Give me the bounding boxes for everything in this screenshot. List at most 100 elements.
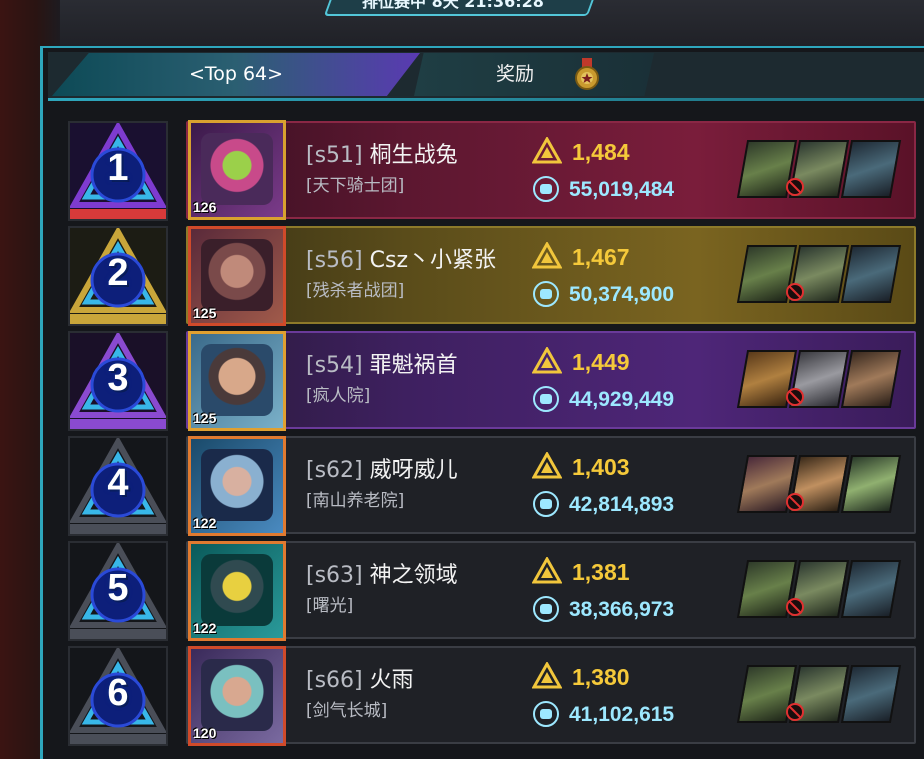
player-avatar[interactable]: 122 [188,436,286,536]
player-nickname: Csz丶小紧张 [369,248,496,273]
player-nickname: 火雨 [369,668,414,693]
player-avatar[interactable]: 125 [188,226,286,326]
player-guild: [南山养老院] [306,491,405,511]
player-level: 122 [193,515,217,531]
avatar-portrait [201,659,273,731]
player-name: [s66] 火雨 [306,666,414,696]
player-level: 125 [193,305,217,321]
player-guild: [疯人院] [306,386,371,406]
player-name: [s62] 威呀威儿 [306,456,458,486]
power-value: 50,374,900 [569,283,675,306]
player-server: [s63] [306,563,363,588]
triangle-badge-icon [532,452,562,479]
ban-icon [786,388,804,406]
ban-icon [786,178,804,196]
avatar-portrait [201,554,273,626]
ban-icon [786,283,804,301]
hero-team[interactable] [736,665,902,723]
rank-number: 2 [107,252,129,294]
hero-portrait [840,665,902,723]
rank-badge: 3 [68,331,168,431]
fist-power-icon [533,386,559,412]
triangle-badge-icon [532,137,562,164]
fist-power-icon [533,491,559,517]
rank-number: 4 [107,462,129,504]
avatar-portrait [201,344,273,416]
player-server: [s62] [306,458,363,483]
player-nickname: 威呀威儿 [369,458,458,483]
player-avatar[interactable]: 126 [188,120,286,220]
triangle-badge-icon [532,347,562,374]
fist-power-icon [533,701,559,727]
score-value: 1,484 [572,139,630,165]
score-value: 1,449 [572,349,630,375]
player-server: [s51] [306,143,363,168]
hero-portrait [840,245,902,303]
power-value: 55,019,484 [569,178,675,201]
player-avatar[interactable]: 120 [188,646,286,746]
player-server: [s56] [306,248,363,273]
avatar-portrait [201,449,273,521]
triangle-badge-icon [532,242,562,269]
hero-team[interactable] [736,140,902,198]
tab-underline [48,98,924,101]
rank-number: 6 [107,672,129,714]
hero-team[interactable] [736,245,902,303]
fist-power-icon [533,596,559,622]
player-avatar[interactable]: 122 [188,541,286,641]
tab-top64-label[interactable]: <Top 64> [52,53,420,96]
ban-icon [786,703,804,721]
player-guild: [残杀者战团] [306,281,405,301]
score-value: 1,467 [572,244,630,270]
avatar-portrait [201,133,273,205]
fist-power-icon [533,281,559,307]
rank-badge: 5 [68,541,168,641]
player-level: 120 [193,725,217,741]
hero-portrait [840,560,902,618]
player-level: 125 [193,410,217,426]
avatar-portrait [201,239,273,311]
tab-reward-label[interactable]: 奖励 [470,53,560,96]
rank-badge: 1 [68,121,168,221]
season-timer-text: 排位赛中 8天 21:36:28 [362,0,544,11]
triangle-badge-icon [532,662,562,689]
power-value: 42,814,893 [569,493,675,516]
triangle-badge-icon [532,557,562,584]
rank-number: 1 [107,147,129,189]
player-avatar[interactable]: 125 [188,331,286,431]
power-value: 38,366,973 [569,598,675,621]
player-name: [s56] Csz丶小紧张 [306,246,496,276]
hero-team[interactable] [736,455,902,513]
player-guild: [剑气长城] [306,701,388,721]
player-name: [s54] 罪魁祸首 [306,351,458,381]
score-value: 1,403 [572,454,630,480]
rank-badge: 4 [68,436,168,536]
hero-team[interactable] [736,560,902,618]
fist-power-icon [533,176,559,202]
power-value: 41,102,615 [569,703,675,726]
rank-badge: 2 [68,226,168,326]
player-nickname: 罪魁祸首 [369,353,458,378]
medal-icon[interactable] [574,58,600,90]
hero-portrait [840,350,902,408]
player-server: [s66] [306,668,363,693]
score-value: 1,381 [572,559,630,585]
player-name: [s51] 桐生战兔 [306,141,458,171]
player-nickname: 神之领域 [369,563,458,588]
player-nickname: 桐生战兔 [369,143,458,168]
player-guild: [天下骑士团] [306,176,405,196]
rank-badge: 6 [68,646,168,746]
score-value: 1,380 [572,664,630,690]
player-level: 126 [193,199,217,215]
rank-number: 3 [107,357,129,399]
ban-icon [786,598,804,616]
player-level: 122 [193,620,217,636]
power-value: 44,929,449 [569,388,675,411]
player-server: [s54] [306,353,363,378]
ban-icon [786,493,804,511]
hero-team[interactable] [736,350,902,408]
rank-number: 5 [107,567,129,609]
player-name: [s63] 神之领域 [306,561,458,591]
player-guild: [曙光] [306,596,354,616]
hero-portrait [840,140,902,198]
